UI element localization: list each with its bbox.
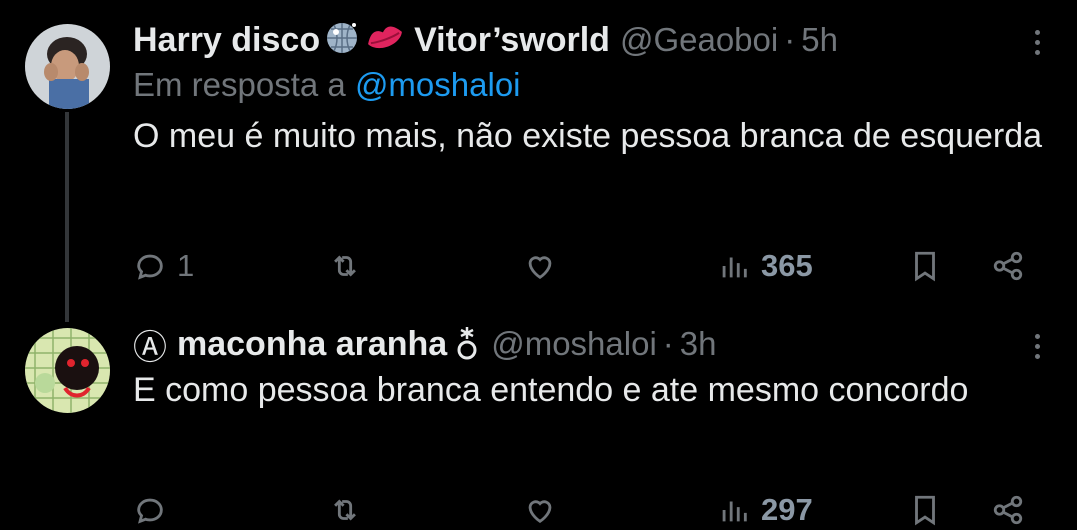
heart-icon [528, 500, 552, 524]
views-button[interactable]: 365 [717, 246, 813, 286]
tweet-actions: 297 [133, 490, 1033, 530]
retweet-button[interactable] [328, 246, 362, 286]
share-icon [993, 251, 1023, 281]
timestamp[interactable]: 5h [801, 21, 838, 59]
tweet-header: Ⓐ maconha aranha @moshaloi · 3h [133, 323, 1037, 367]
retweet-icon [334, 255, 356, 277]
display-name-prefix: Ⓐ [133, 328, 167, 367]
tweet-header: Harry disco Vitor’sworld @Geaoboi · 5h [133, 20, 1037, 60]
ring-icon [453, 323, 481, 366]
reply-icon [137, 498, 163, 524]
display-name-suffix[interactable]: Vitor’sworld [414, 21, 610, 60]
user-handle[interactable]: @Geaoboi [620, 21, 778, 59]
display-name[interactable]: maconha aranha [177, 325, 447, 364]
bookmark-icon [915, 251, 935, 282]
view-count: 297 [761, 492, 813, 527]
avatar[interactable] [25, 328, 110, 413]
heart-icon [528, 256, 552, 280]
retweet-button[interactable] [328, 490, 362, 530]
retweet-icon [334, 499, 356, 521]
like-button[interactable] [523, 490, 557, 530]
lips-icon [364, 20, 406, 61]
more-icon[interactable] [1027, 326, 1047, 366]
reply-button[interactable]: 1 [133, 246, 194, 286]
view-count: 365 [761, 248, 813, 283]
user-handle[interactable]: @moshaloi [491, 325, 657, 363]
avatar[interactable] [25, 24, 110, 109]
bookmark-button[interactable] [908, 246, 942, 286]
disco-ball-icon [324, 20, 360, 61]
bookmark-button[interactable] [908, 490, 942, 530]
views-icon [722, 257, 747, 278]
views-icon [722, 501, 747, 522]
reply-context: Em resposta a @moshaloi [133, 66, 1037, 104]
tweet-2[interactable]: Ⓐ maconha aranha @moshaloi · 3h E como p… [0, 320, 1077, 527]
bookmark-icon [915, 495, 935, 526]
tweet-content: Harry disco Vitor’sworld @Geaoboi · 5h E… [133, 20, 1042, 163]
more-icon[interactable] [1027, 22, 1047, 62]
views-button[interactable]: 297 [717, 490, 813, 530]
separator: · [662, 325, 674, 362]
tweet-text: O meu é muito mais, não existe pessoa br… [133, 117, 1043, 155]
share-icon [993, 495, 1023, 525]
like-button[interactable] [523, 246, 557, 286]
tweet-actions: 1 365 [133, 246, 1033, 286]
reply-icon [137, 254, 163, 280]
display-name[interactable]: Harry disco [133, 21, 320, 60]
reply-count: 1 [177, 248, 195, 283]
reply-prefix: Em resposta a [133, 66, 346, 103]
share-button[interactable] [991, 490, 1025, 530]
share-button[interactable] [991, 246, 1025, 286]
tweet-text: E como pessoa branca entendo e ate mesmo… [133, 371, 969, 409]
tweet-content: Ⓐ maconha aranha @moshaloi · 3h E como p… [133, 324, 1037, 417]
reply-handle-link[interactable]: @moshaloi [355, 66, 521, 103]
tweet-1[interactable]: Harry disco Vitor’sworld @Geaoboi · 5h E… [0, 0, 1077, 320]
reply-button[interactable] [133, 490, 177, 530]
separator: · [784, 21, 796, 58]
timestamp[interactable]: 3h [680, 325, 717, 363]
